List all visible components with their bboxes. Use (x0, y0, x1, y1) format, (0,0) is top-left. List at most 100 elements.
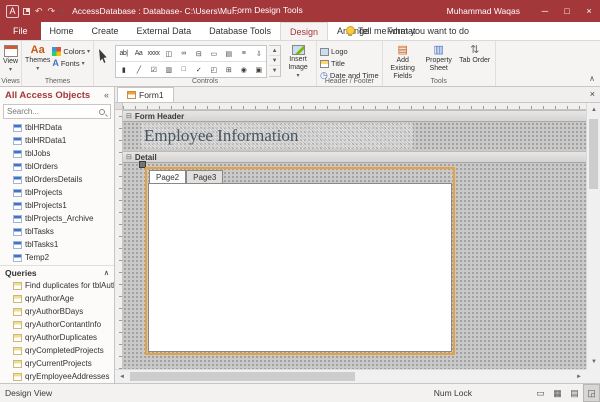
gallery-down-icon[interactable]: ▼ (269, 56, 280, 66)
title-button[interactable]: Title (320, 59, 379, 68)
move-handle[interactable] (139, 161, 146, 168)
ribbon-tab[interactable]: Home (41, 22, 83, 40)
tools-button[interactable]: ▤ Add Existing Fields (386, 43, 420, 81)
fonts-button[interactable]: A Fonts ▾ (52, 59, 90, 68)
form-header-section-bar[interactable]: ⊟ Form Header (123, 110, 586, 122)
ribbon-tab[interactable]: Database Tools (200, 22, 280, 40)
save-icon[interactable] (23, 8, 30, 15)
scroll-right-icon[interactable]: ► (572, 370, 586, 384)
sidebar-item-query[interactable]: qryAuthorBDays (0, 305, 114, 318)
control-icon[interactable]: ab| (116, 46, 131, 61)
view-shortcut-button[interactable]: ◲ (583, 384, 600, 402)
horizontal-scroll-thumb[interactable] (130, 372, 355, 381)
tools-button[interactable]: ▥ Property Sheet (422, 43, 456, 73)
queries-section-header[interactable]: Queries ∧ (0, 265, 114, 279)
form-title-label[interactable]: Employee Information (141, 123, 413, 149)
sidebar-item-table[interactable]: tblOrders (0, 160, 114, 173)
horizontal-scrollbar[interactable]: ◄ ► (115, 369, 586, 383)
control-icon[interactable]: □ (176, 62, 191, 77)
tell-me-box[interactable]: Tell me what you want to do (346, 22, 469, 40)
redo-icon[interactable]: ↷ (48, 6, 56, 17)
control-icon[interactable]: ☑ (146, 62, 161, 77)
ruler-corner[interactable] (115, 103, 123, 110)
page-tab[interactable]: Page3 (186, 170, 223, 183)
themes-button[interactable]: Aa Themes ▾ (25, 43, 50, 73)
horizontal-ruler[interactable] (123, 103, 586, 110)
sidebar-item-table[interactable]: tblOrdersDetails (0, 173, 114, 186)
undo-icon[interactable]: ↶ (35, 6, 43, 17)
control-icon[interactable]: ✓ (191, 62, 206, 77)
view-shortcut-button[interactable]: ▤ (566, 384, 583, 402)
control-icon[interactable]: ▣ (251, 62, 266, 77)
control-icon[interactable]: ◰ (206, 62, 221, 77)
signed-in-user[interactable]: Muhammad Waqas (447, 6, 520, 16)
sidebar-item-query[interactable]: qryAuthorContantInfo (0, 318, 114, 331)
control-icon[interactable]: ▤ (221, 46, 236, 61)
control-icon[interactable]: ▭ (206, 46, 221, 61)
sidebar-item-table[interactable]: tblTasks (0, 225, 114, 238)
control-icon[interactable]: ⇩ (251, 46, 266, 61)
search-input[interactable] (4, 107, 99, 116)
form-header-grid[interactable]: Employee Information (123, 122, 586, 151)
logo-button[interactable]: Logo (320, 47, 379, 56)
control-icon[interactable]: ⊞ (221, 62, 236, 77)
control-icon[interactable]: ∞ (176, 46, 191, 61)
control-icon[interactable]: ⊟ (191, 46, 206, 61)
tools-button[interactable]: ⇅ Tab Order (458, 43, 492, 65)
sidebar-item-table[interactable]: tblProjects1 (0, 199, 114, 212)
sidebar-item-table[interactable]: tblTasks1 (0, 238, 114, 251)
ribbon-tab[interactable]: Create (83, 22, 128, 40)
search-icon[interactable] (99, 109, 105, 115)
document-tab-form1[interactable]: Form1 (117, 87, 174, 102)
tab-control[interactable]: Page2 Page3 (148, 170, 452, 352)
view-button[interactable]: View ▾ (3, 43, 18, 74)
sidebar-item-query[interactable]: qryAuthorAge (0, 292, 114, 305)
control-icon[interactable]: ◉ (236, 62, 251, 77)
control-icon[interactable]: ╱ (131, 62, 146, 77)
gallery-up-icon[interactable]: ▲ (269, 46, 280, 56)
sidebar-item-query[interactable]: qryCompletedProjects (0, 344, 114, 357)
view-shortcut-button[interactable]: ▭ (532, 384, 549, 402)
sidebar-item-table[interactable]: Temp2 (0, 251, 114, 264)
view-shortcut-button[interactable]: ▦ (549, 384, 566, 402)
close-button[interactable]: × (578, 0, 600, 22)
sidebar-item-query[interactable]: Find duplicates for tblAuthors (0, 279, 114, 292)
vertical-scroll-thumb[interactable] (589, 119, 598, 189)
detail-grid[interactable]: Page2 Page3 (123, 163, 586, 369)
sidebar-item-table[interactable]: tblProjects (0, 186, 114, 199)
ribbon-tab[interactable]: File (0, 22, 41, 40)
control-icon[interactable]: ◫ (161, 46, 176, 61)
sidebar-item-query[interactable]: qryAuthorDuplicates (0, 331, 114, 344)
sidebar-item-table[interactable]: tblJobs (0, 147, 114, 160)
page-tab[interactable]: Page2 (149, 170, 186, 183)
close-document-icon[interactable]: × (590, 89, 595, 99)
ribbon-tab[interactable]: External Data (128, 22, 201, 40)
gallery-more-icon[interactable]: ▼ (269, 66, 280, 76)
vertical-scrollbar[interactable]: ▲ ▼ (586, 103, 600, 369)
ribbon-tab[interactable]: Design (280, 22, 328, 40)
control-icon[interactable]: Aa (131, 46, 146, 61)
sidebar-item-query[interactable]: qryCurrentProjects (0, 357, 114, 370)
sidebar-item-table[interactable]: tblHRData1 (0, 134, 114, 147)
vertical-ruler[interactable] (115, 110, 123, 369)
qat-dropdown-icon[interactable]: ▾ (60, 8, 63, 15)
control-icon[interactable]: ≡ (236, 46, 251, 61)
control-icon[interactable]: xxxx (146, 46, 161, 61)
maximize-button[interactable]: □ (556, 0, 578, 22)
select-pointer-icon[interactable] (99, 49, 110, 63)
scroll-left-icon[interactable]: ◄ (115, 370, 129, 384)
control-icon[interactable]: ▥ (161, 62, 176, 77)
scroll-up-icon[interactable]: ▲ (587, 103, 600, 117)
collapse-ribbon-icon[interactable]: ∧ (589, 74, 595, 83)
detail-section-bar[interactable]: ⊟ Detail (123, 151, 586, 163)
minimize-button[interactable]: ─ (534, 0, 556, 22)
colors-button[interactable]: Colors ▾ (52, 47, 90, 56)
control-icon[interactable]: ▮ (116, 62, 131, 77)
insert-image-button[interactable]: Insert Image ▾ (283, 43, 313, 80)
scroll-down-icon[interactable]: ▼ (587, 355, 600, 369)
sidebar-item-table[interactable]: tblHRData (0, 121, 114, 134)
tab-control-page-body[interactable] (148, 183, 452, 352)
sidebar-item-table[interactable]: tblProjects_Archive (0, 212, 114, 225)
shutter-bar-close-icon[interactable]: « (104, 90, 109, 100)
sidebar-item-query[interactable]: qryEmployeeAddresses (0, 370, 114, 383)
